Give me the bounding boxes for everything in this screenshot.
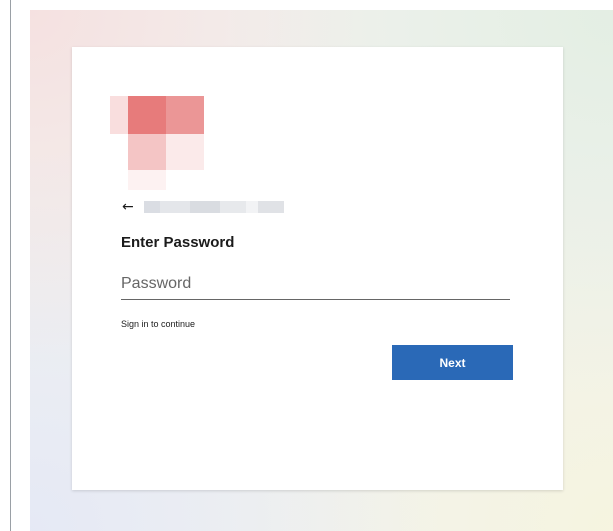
identity-redacted: [143, 201, 284, 213]
next-button[interactable]: Next: [392, 345, 513, 380]
logo-pixel: [110, 96, 128, 134]
logo-pixel: [128, 96, 166, 134]
logo-pixel: [128, 134, 166, 170]
logo-pixel: [166, 96, 204, 134]
identity-row: ←: [122, 196, 284, 218]
back-arrow-icon[interactable]: ←: [122, 200, 134, 214]
window-edge: [10, 0, 11, 531]
brand-logo-icon: [110, 96, 206, 192]
password-input[interactable]: [121, 270, 510, 300]
sign-in-hint: Sign in to continue: [121, 319, 196, 329]
login-window: ← Enter Password Sign in to continue Nex…: [0, 0, 613, 531]
logo-pixel: [128, 170, 166, 190]
logo-pixel: [166, 134, 204, 170]
page-title: Enter Password: [121, 234, 235, 251]
